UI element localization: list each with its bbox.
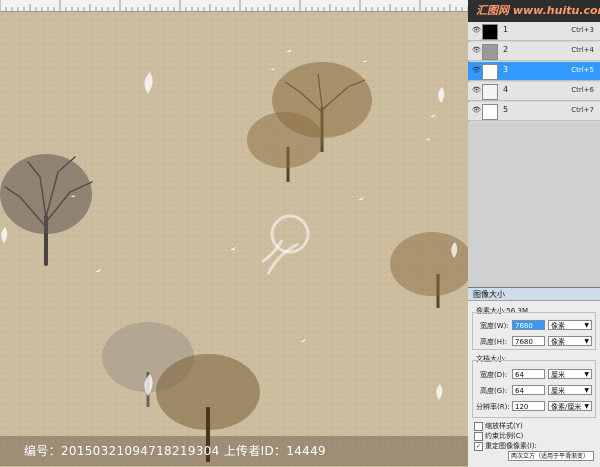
constrain-proportions-label: 约束比例(C) (485, 432, 524, 440)
pixel-height-label: 高度(H): (480, 338, 508, 346)
layer-row[interactable]: 👁 5 Ctrl+7 (468, 102, 600, 121)
chevron-down-icon: ▼ (584, 338, 589, 345)
eye-icon[interactable]: 👁 (472, 27, 481, 34)
resolution-unit-select[interactable]: 像素/厘米 ▼ (548, 401, 592, 411)
wallpaper-artwork (0, 12, 468, 466)
layers-panel-empty-area (468, 122, 600, 287)
layer-thumbnail (482, 44, 498, 60)
eye-icon[interactable]: 👁 (472, 67, 481, 74)
eye-icon[interactable]: 👁 (472, 47, 481, 54)
resample-method-select[interactable]: 两次立方（适用于平滑渐变） (508, 451, 594, 461)
eye-icon[interactable]: 👁 (472, 87, 481, 94)
pixel-width-unit-select[interactable]: 像素 ▼ (548, 320, 592, 330)
resample-label: 重定图像像素(I): (485, 442, 537, 450)
doc-width-unit: 厘米 (551, 371, 565, 379)
layer-row[interactable]: 👁 3 Ctrl+5 (468, 62, 600, 81)
doc-width-input[interactable]: 64 (512, 369, 545, 379)
footer-id-text: 编号：20150321094718219304 上传者ID：14449 (24, 444, 326, 458)
scale-styles-checkbox[interactable] (474, 422, 483, 431)
doc-height-unit: 厘米 (551, 387, 565, 395)
layer-thumbnail (482, 104, 498, 120)
chevron-down-icon: ▼ (584, 387, 589, 394)
layer-shortcut: Ctrl+5 (571, 66, 594, 74)
image-size-dialog: 图像大小 像素大小:56.3M 宽度(W): 7680 像素 ▼ 高度(H): 7… (468, 287, 600, 467)
document-canvas[interactable]: 编号：20150321094718219304 上传者ID：14449 (0, 12, 468, 466)
dialog-title: 图像大小 (468, 288, 600, 301)
layer-shortcut: Ctrl+6 (571, 86, 594, 94)
resolution-input[interactable]: 120 (512, 401, 545, 411)
pixel-height-unit-select[interactable]: 像素 ▼ (548, 336, 592, 346)
footer-bar: 编号：20150321094718219304 上传者ID：14449 (0, 436, 468, 466)
doc-height-unit-select[interactable]: 厘米 ▼ (548, 385, 592, 395)
brand-watermark: 汇图网 www.huitu.com (468, 0, 600, 22)
layer-name: 5 (503, 105, 509, 114)
layer-shortcut: Ctrl+7 (571, 106, 594, 114)
chevron-down-icon: ▼ (584, 322, 589, 329)
layer-thumbnail (482, 64, 498, 80)
doc-width-unit-select[interactable]: 厘米 ▼ (548, 369, 592, 379)
layer-row[interactable]: 👁 1 Ctrl+3 (468, 22, 600, 41)
pixel-width-label: 宽度(W): (480, 322, 509, 330)
scale-styles-label: 缩放样式(Y) (485, 422, 523, 430)
resolution-unit: 像素/厘米 (551, 403, 582, 411)
layer-shortcut: Ctrl+4 (571, 46, 594, 54)
chevron-down-icon: ▼ (584, 403, 589, 410)
layer-name: 1 (503, 25, 509, 34)
horizontal-ruler (0, 0, 468, 12)
layer-name: 3 (503, 65, 509, 74)
doc-width-label: 宽度(D): (480, 371, 508, 379)
layer-thumbnail (482, 24, 498, 40)
constrain-proportions-checkbox[interactable] (474, 432, 483, 441)
layer-thumbnail (482, 84, 498, 100)
layer-name: 2 (503, 45, 509, 54)
layer-row[interactable]: 👁 2 Ctrl+4 (468, 42, 600, 61)
doc-height-label: 高度(G): (480, 387, 508, 395)
pixel-width-input[interactable]: 7680 (512, 320, 545, 330)
chevron-down-icon: ▼ (584, 371, 589, 378)
pixel-height-input[interactable]: 7680 (512, 336, 545, 346)
pixel-height-unit: 像素 (551, 338, 565, 346)
ruler-ticks (0, 0, 468, 11)
layers-panel: 👁 1 Ctrl+3 👁 2 Ctrl+4 👁 3 Ctrl+5 👁 4 Ctrl+6 👁 5 Ctrl+7 (468, 22, 600, 122)
doc-height-input[interactable]: 64 (512, 385, 545, 395)
layer-name: 4 (503, 85, 509, 94)
layer-row[interactable]: 👁 4 Ctrl+6 (468, 82, 600, 101)
resample-checkbox[interactable]: ✓ (474, 442, 483, 451)
layer-shortcut: Ctrl+3 (571, 26, 594, 34)
resolution-label: 分辨率(R): (476, 403, 510, 411)
eye-icon[interactable]: 👁 (472, 107, 481, 114)
pixel-width-unit: 像素 (551, 322, 565, 330)
